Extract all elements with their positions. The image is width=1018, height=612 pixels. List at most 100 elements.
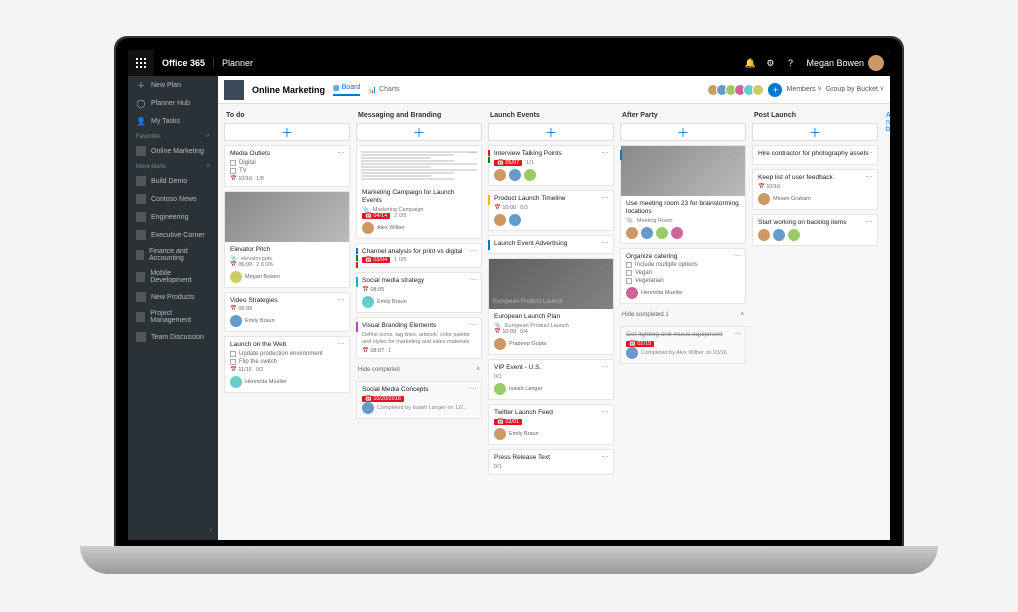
task-card[interactable]: ⋯Launch Event Advertising: [488, 235, 614, 255]
card-title: European Launch Plan: [494, 313, 608, 321]
favorite-plan-online-marketing[interactable]: Online Marketing: [128, 142, 218, 160]
date-label: 📅 06:00: [230, 262, 252, 268]
checklist-item[interactable]: Flip the switch: [230, 359, 344, 365]
card-more-icon[interactable]: ⋯: [865, 217, 873, 226]
sidebar-plan-item[interactable]: Build Demo: [128, 172, 218, 190]
favorites-header[interactable]: Favorites ˄: [128, 130, 218, 142]
card-title: Start working on backlog items: [758, 219, 872, 227]
card-more-icon[interactable]: ⋯: [601, 148, 609, 157]
user-menu[interactable]: Megan Bowen: [800, 55, 890, 71]
card-more-icon[interactable]: ⋯: [469, 246, 477, 255]
plan-members[interactable]: [710, 84, 764, 96]
avatar: [494, 338, 506, 350]
bucket: After Party＋⋯Use meeting room 23 for bra…: [620, 110, 746, 534]
group-by-dropdown[interactable]: Group by Bucket˅: [826, 86, 884, 93]
plan-title: Online Marketing: [252, 85, 325, 95]
sidebar-item-label: My Tasks: [151, 118, 180, 125]
task-card[interactable]: ⋯Social Media Concepts📅 10/20/2016 Compl…: [356, 381, 482, 419]
card-image: [621, 146, 745, 196]
task-card[interactable]: ⋯Twitter Launch Feed📅 03/01Emily Braun: [488, 404, 614, 445]
task-card[interactable]: ⋯Organize cateringInclude multiple optio…: [620, 248, 746, 305]
hide-completed-toggle[interactable]: Hide completed 1˄: [620, 308, 746, 322]
settings-icon[interactable]: ⚙: [760, 58, 780, 69]
task-card[interactable]: ⋯Media OutletsDigitalTV📅 10/16 1/8: [224, 145, 350, 187]
sidebar-plan-item[interactable]: Team Discussion: [128, 328, 218, 346]
task-card[interactable]: ⋯Start working on backlog items: [752, 214, 878, 247]
task-card[interactable]: ⋯Visual Branding ElementsDefine icons, t…: [356, 317, 482, 359]
task-card[interactable]: ⋯Get lighting and music equipment📅 02/15…: [620, 326, 746, 364]
task-card[interactable]: ⋯VIP Event - U.S.0/1Isaiah Langer: [488, 359, 614, 400]
card-more-icon[interactable]: ⋯: [337, 339, 345, 348]
checklist-item[interactable]: Vegetarian: [626, 278, 740, 284]
add-task-button[interactable]: ＋: [752, 123, 878, 141]
add-bucket-button[interactable]: Add new bu: [884, 110, 890, 534]
add-task-button[interactable]: ＋: [488, 123, 614, 141]
card-more-icon[interactable]: ⋯: [733, 329, 741, 338]
card-more-icon[interactable]: ⋯: [601, 238, 609, 247]
sidebar-plan-item[interactable]: New Products: [128, 288, 218, 306]
task-card[interactable]: ⋯Channel analysis for print vs digital📅 …: [356, 243, 482, 269]
card-more-icon[interactable]: ⋯: [733, 251, 741, 260]
planner-hub-link[interactable]: ◯ Planner Hub: [128, 94, 218, 112]
card-counts: 0/1: [494, 464, 502, 470]
card-more-icon[interactable]: ⋯: [733, 148, 741, 157]
new-plan-button[interactable]: ＋ New Plan: [128, 76, 218, 94]
card-more-icon[interactable]: ⋯: [865, 172, 873, 181]
add-member-button[interactable]: +: [768, 83, 782, 97]
sidebar-plan-item[interactable]: Contoso News: [128, 190, 218, 208]
tab-board[interactable]: ▦ Board: [333, 84, 360, 96]
tab-charts[interactable]: 📊 Charts: [368, 86, 399, 94]
card-counts: 2 8 0/6: [256, 262, 273, 268]
task-card[interactable]: ⋯Interview Talking Points📅 05/07 1/1: [488, 145, 614, 186]
card-more-icon[interactable]: ⋯: [337, 295, 345, 304]
card-more-icon[interactable]: ⋯: [601, 407, 609, 416]
plan-thumb-icon: [136, 272, 145, 282]
checkbox-icon: [230, 160, 236, 166]
card-more-icon[interactable]: ⋯: [601, 261, 609, 270]
task-card[interactable]: ⋯Product Launch Timeline📅 10:00 0/3: [488, 190, 614, 231]
checklist-item[interactable]: TV: [230, 168, 344, 174]
card-more-icon[interactable]: ⋯: [337, 148, 345, 157]
checklist-item[interactable]: Vegan: [626, 270, 740, 276]
task-card[interactable]: ⋯Use meeting room 23 for brainstorming l…: [620, 145, 746, 244]
task-card[interactable]: ⋯Video Strategies📅 06:09Emily Braun: [224, 292, 350, 333]
card-more-icon[interactable]: ⋯: [469, 148, 477, 157]
members-dropdown[interactable]: Members˅: [786, 86, 821, 93]
add-task-button[interactable]: ＋: [356, 123, 482, 141]
card-more-icon[interactable]: ⋯: [865, 148, 873, 157]
task-card[interactable]: ⋯Launch on the WebUpdate production envi…: [224, 336, 350, 393]
card-more-icon[interactable]: ⋯: [601, 193, 609, 202]
sidebar-plan-item[interactable]: Engineering: [128, 208, 218, 226]
more-plans-header[interactable]: More plans ˄: [128, 160, 218, 172]
app-launcher-icon[interactable]: [128, 50, 154, 76]
sidebar-plan-item[interactable]: Finance and Accounting: [128, 244, 218, 266]
task-card[interactable]: European Product Launch⋯European Launch …: [488, 258, 614, 355]
card-assignees: [494, 169, 608, 181]
card-more-icon[interactable]: ⋯: [469, 320, 477, 329]
help-icon[interactable]: ?: [780, 58, 800, 68]
card-more-icon[interactable]: ⋯: [469, 384, 477, 393]
checklist-item[interactable]: Update production environment: [230, 351, 344, 357]
task-card[interactable]: ⋯Marketing Campaign for Launch Events📎 M…: [356, 145, 482, 239]
card-more-icon[interactable]: ⋯: [601, 452, 609, 461]
card-more-icon[interactable]: ⋯: [337, 194, 345, 203]
checklist-item[interactable]: Digital: [230, 160, 344, 166]
task-card[interactable]: ⋯Hire contractor for photography assets: [752, 145, 878, 165]
task-card[interactable]: ⋯Social media strategy📅 08:05Emily Braun: [356, 272, 482, 313]
hide-completed-toggle[interactable]: Hide completed˄: [356, 363, 482, 377]
sidebar-plan-item[interactable]: Mobile Development: [128, 266, 218, 288]
notifications-icon[interactable]: 🔔: [740, 58, 760, 69]
checklist-item[interactable]: Include multiple options: [626, 262, 740, 268]
add-task-button[interactable]: ＋: [620, 123, 746, 141]
avatar: [758, 193, 770, 205]
task-card[interactable]: ⋯Elevator Pitch📎 elevator.pptx📅 06:00 2 …: [224, 191, 350, 288]
sidebar-plan-item[interactable]: Project Management: [128, 306, 218, 328]
task-card[interactable]: ⋯Keep list of user feedback📅 10/16Miriam…: [752, 169, 878, 210]
card-more-icon[interactable]: ⋯: [601, 362, 609, 371]
sidebar-plan-item[interactable]: Executive Corner: [128, 226, 218, 244]
collapse-sidebar-button[interactable]: ‹: [128, 521, 218, 540]
task-card[interactable]: ⋯Press Release Text0/1: [488, 449, 614, 475]
add-task-button[interactable]: ＋: [224, 123, 350, 141]
my-tasks-link[interactable]: 👤 My Tasks: [128, 112, 218, 130]
card-more-icon[interactable]: ⋯: [469, 275, 477, 284]
